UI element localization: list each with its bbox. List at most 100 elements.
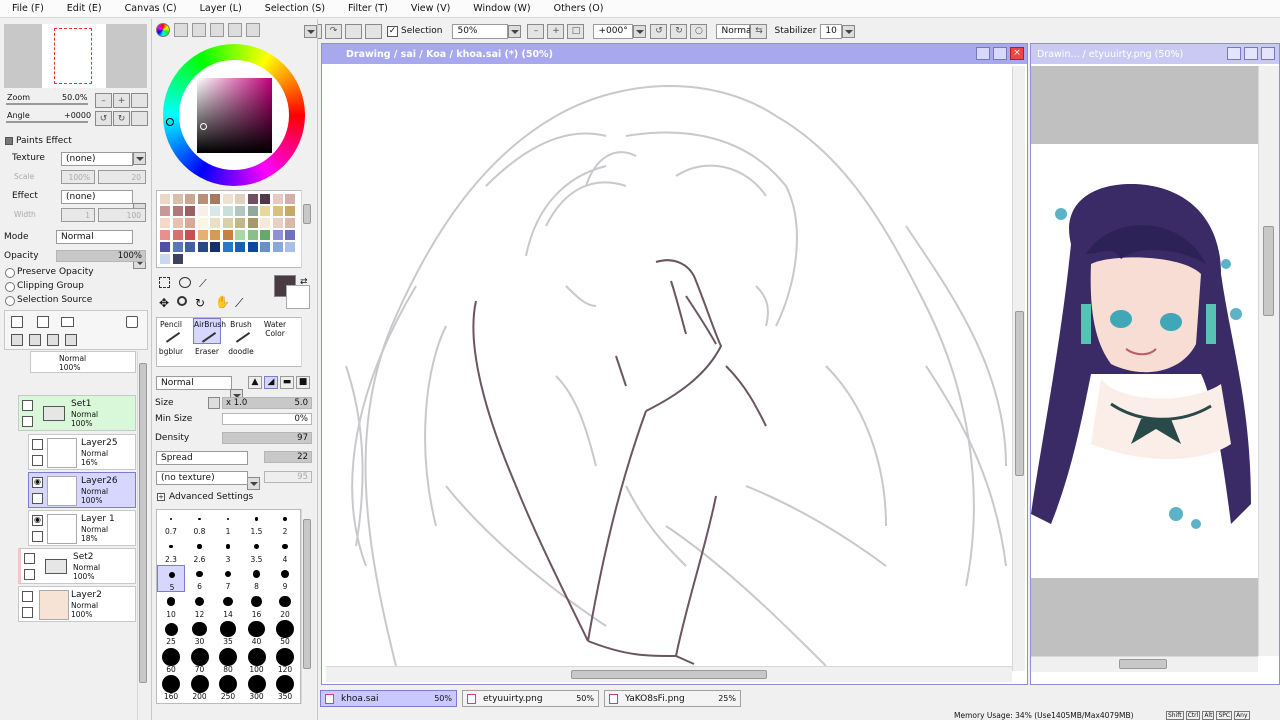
color-wheel[interactable] xyxy=(163,44,305,186)
lasso-icon[interactable] xyxy=(179,277,191,288)
angle-dropdown-icon[interactable] xyxy=(633,24,647,38)
color-swatch[interactable] xyxy=(260,218,270,228)
layer-item-partial[interactable]: Normal 100% xyxy=(30,351,136,373)
merge-down-icon[interactable] xyxy=(29,334,41,346)
color-swatch[interactable] xyxy=(210,242,220,252)
hsv-slider-tab-icon[interactable] xyxy=(192,23,206,37)
tab-khoa-sai[interactable]: khoa.sai 50% xyxy=(320,690,457,707)
brush-size-cell[interactable]: 160 xyxy=(157,675,185,702)
menu-filter[interactable]: Filter (T) xyxy=(336,3,399,14)
saturation-value-square[interactable] xyxy=(197,78,272,153)
zoom-in-icon[interactable]: + xyxy=(547,23,565,39)
color-swatch[interactable] xyxy=(285,230,295,240)
color-list-tab-icon[interactable] xyxy=(210,23,224,37)
spread-slider[interactable]: 22 xyxy=(264,451,312,463)
tool-eraser[interactable]: Eraser xyxy=(193,347,221,356)
color-swatch[interactable] xyxy=(222,230,233,240)
menu-window[interactable]: Window (W) xyxy=(461,3,541,14)
brush-size-cell[interactable]: 1 xyxy=(214,510,242,537)
new-linework-layer-icon[interactable] xyxy=(37,316,49,328)
color-swatch[interactable] xyxy=(197,230,208,240)
tab-etyuuirty-png[interactable]: etyuuirty.png 50% xyxy=(462,690,599,707)
brush-shape-dropdown-icon[interactable] xyxy=(247,477,260,490)
minimize-icon[interactable] xyxy=(976,47,990,60)
effect-select[interactable]: (none) xyxy=(61,190,133,204)
density-slider[interactable]: 97 xyxy=(222,432,312,444)
color-swatch[interactable] xyxy=(172,242,183,252)
brush-size-scroll-thumb[interactable] xyxy=(303,519,311,669)
angle-select[interactable]: +000° xyxy=(593,23,634,39)
color-swatch[interactable] xyxy=(222,242,233,252)
size-multiplier-dropdown-icon[interactable] xyxy=(208,397,220,409)
navigator-preview[interactable] xyxy=(4,24,147,88)
brush-size-cell[interactable]: 0.7 xyxy=(157,510,185,537)
menu-layer[interactable]: Layer (L) xyxy=(188,3,253,14)
brush-size-cell[interactable]: 50 xyxy=(271,620,299,647)
color-swatch[interactable] xyxy=(260,194,270,204)
rotate-tool-icon[interactable]: ↻ xyxy=(195,296,205,310)
magic-wand-icon[interactable]: ⟋ xyxy=(199,277,207,291)
new-layer-icon[interactable] xyxy=(11,316,23,328)
color-swatch[interactable] xyxy=(185,218,195,228)
brush-size-cell[interactable]: 16 xyxy=(243,593,271,620)
tool-pencil[interactable]: Pencil xyxy=(157,320,185,343)
tool-bgblur[interactable]: bgblur xyxy=(157,347,185,356)
color-swatch[interactable] xyxy=(160,242,170,252)
ref-maximize-icon[interactable] xyxy=(1244,47,1258,60)
layer-item-set2[interactable]: Set2 Normal 100% xyxy=(18,548,136,584)
color-swatch[interactable] xyxy=(185,194,195,204)
nav-zoom-out-icon[interactable]: – xyxy=(95,93,112,108)
color-swatch[interactable] xyxy=(210,218,220,228)
eye-icon[interactable]: ◉ xyxy=(32,477,43,488)
lock-icon[interactable] xyxy=(22,607,33,618)
brush-size-cell[interactable]: 80 xyxy=(214,647,242,675)
zoom-select[interactable]: 50% xyxy=(452,23,509,39)
swatches-tab-icon[interactable] xyxy=(228,23,242,37)
brush-size-cell[interactable]: 14 xyxy=(214,593,242,620)
color-swatch[interactable] xyxy=(197,206,208,216)
brush-size-cell[interactable]: 3 xyxy=(214,538,242,565)
color-swatch[interactable] xyxy=(285,206,295,216)
color-swatch[interactable] xyxy=(235,230,245,240)
color-swatch[interactable] xyxy=(172,206,183,216)
deselect-icon[interactable] xyxy=(345,23,362,39)
color-swatch[interactable] xyxy=(210,230,220,240)
brush-size-cell[interactable]: 2 xyxy=(271,510,299,537)
brush-size-cell[interactable]: 12 xyxy=(186,593,214,620)
brush-size-cell[interactable]: 8 xyxy=(243,565,271,592)
blend-mode-select[interactable]: Normal xyxy=(716,23,754,39)
rotate-right-icon[interactable]: ↻ xyxy=(670,23,688,39)
color-swatch[interactable] xyxy=(160,194,170,204)
color-swatch[interactable] xyxy=(197,194,208,204)
preserve-opacity-checkbox[interactable] xyxy=(5,268,15,278)
color-swatch[interactable] xyxy=(222,206,233,216)
menu-file[interactable]: File (F) xyxy=(0,3,55,14)
layer-item-layer1[interactable]: ◉ Layer 1 Normal 18% xyxy=(28,510,136,546)
brush-size-cell[interactable]: 250 xyxy=(214,675,242,702)
brush-shape-round-icon[interactable]: ◢ xyxy=(264,376,278,389)
brush-size-cell[interactable]: 70 xyxy=(186,647,214,675)
paints-effect-toggle-icon[interactable] xyxy=(5,137,13,145)
brush-size-cell[interactable]: 20 xyxy=(271,593,299,620)
marquee-icon[interactable] xyxy=(159,277,170,288)
move-icon[interactable]: ✥ xyxy=(159,296,169,310)
brush-shape-flat-icon[interactable]: ▬ xyxy=(280,376,294,389)
canvas-vscroll-thumb[interactable] xyxy=(1015,311,1024,476)
close-icon[interactable]: × xyxy=(1010,47,1024,60)
color-swatch[interactable] xyxy=(160,218,170,228)
layer-item-layer2[interactable]: Layer2 Normal 100% xyxy=(18,586,136,622)
nav-rotate-right-icon[interactable]: ↻ xyxy=(113,111,130,126)
menu-view[interactable]: View (V) xyxy=(399,3,461,14)
eye-icon[interactable] xyxy=(24,553,35,564)
brush-size-scrollbar[interactable] xyxy=(301,509,312,704)
color-swatch[interactable] xyxy=(272,206,283,216)
hue-marker[interactable] xyxy=(166,118,174,126)
color-panel-menu-icon[interactable] xyxy=(304,25,317,38)
swatches-scrollbar[interactable] xyxy=(301,190,312,268)
clipping-group-checkbox[interactable] xyxy=(5,282,15,292)
color-swatch[interactable] xyxy=(197,218,208,228)
brush-size-cell[interactable]: 1.5 xyxy=(243,510,271,537)
nav-rotate-left-icon[interactable]: ↺ xyxy=(95,111,112,126)
navigator-viewport[interactable] xyxy=(54,28,92,84)
tool-brush[interactable]: Brush xyxy=(227,320,255,343)
